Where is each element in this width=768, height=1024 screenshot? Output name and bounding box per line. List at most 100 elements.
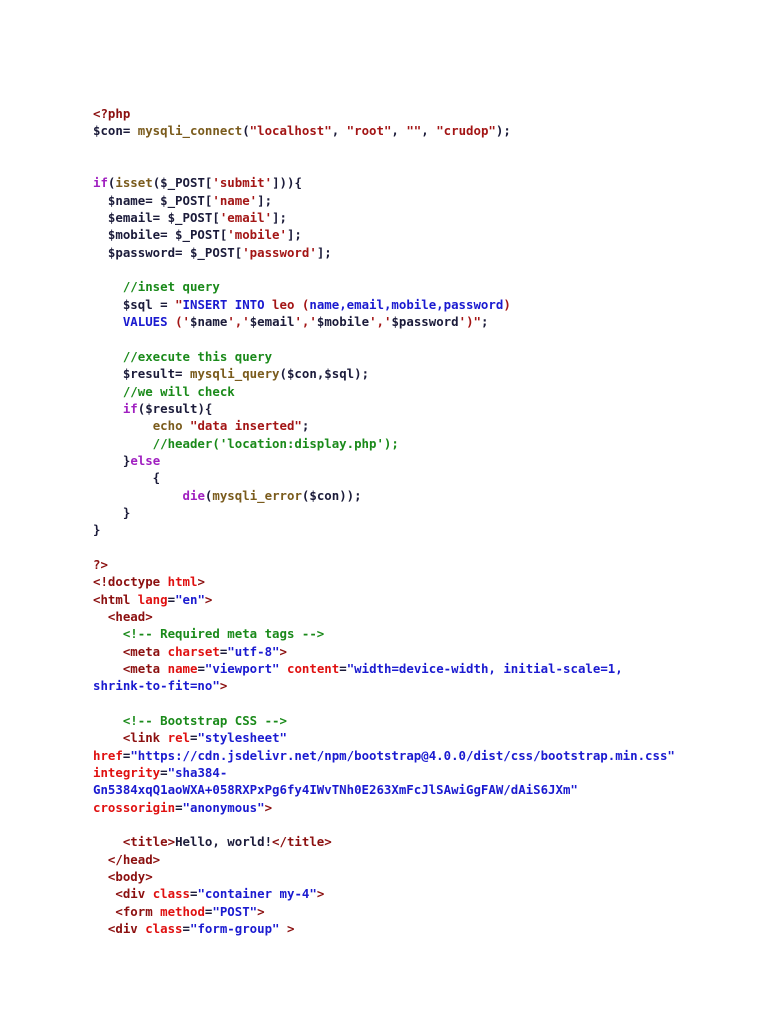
- code-token: $password= $_POST[: [93, 244, 243, 260]
- code-token: }: [93, 504, 131, 520]
- code-token: );: [495, 123, 511, 139]
- code-token: ,: [421, 123, 437, 139]
- code-token: html: [167, 574, 198, 590]
- code-token: //header('location:display.php');: [93, 435, 399, 451]
- code-line: VALUES ('$name','$email','$mobile','$pas…: [93, 313, 675, 330]
- code-line: $email= $_POST['email'];: [93, 209, 675, 226]
- code-line: <!-- Bootstrap CSS -->: [93, 712, 675, 729]
- code-token: href: [93, 747, 123, 763]
- code-token: ',': [369, 314, 392, 330]
- code-token: //execute this query: [93, 348, 273, 364]
- code-token: >: [219, 678, 228, 694]
- code-token: VALUES: [122, 314, 168, 330]
- code-token: $password: [391, 314, 459, 330]
- code-line: die(mysqli_error($con));: [93, 487, 675, 504]
- code-line: <div class="form-group" >: [93, 920, 675, 937]
- code-token: else: [130, 452, 161, 468]
- code-token: <meta: [93, 661, 168, 676]
- code-line: <?php: [93, 105, 675, 122]
- code-token: 'submit': [212, 175, 273, 191]
- code-line: </head>: [93, 851, 675, 868]
- code-token: {: [93, 470, 161, 486]
- code-token: mysqli_connect: [137, 123, 243, 139]
- code-token: isset: [115, 175, 153, 191]
- code-token: =: [160, 765, 168, 781]
- code-token: "container my-4": [197, 886, 317, 902]
- code-line: <link rel="stylesheet": [93, 729, 675, 746]
- code-token: ;: [481, 314, 489, 330]
- code-token: ])){: [272, 175, 302, 191]
- code-token: >: [279, 921, 295, 937]
- code-line: $con= mysqli_connect("localhost", "root"…: [93, 122, 675, 139]
- code-token: INSERT INTO: [182, 296, 265, 312]
- code-line: <!doctype html>: [93, 573, 675, 590]
- code-token: "crudop": [436, 123, 496, 139]
- code-line: <head>: [93, 608, 675, 625]
- code-token: ];: [257, 192, 273, 208]
- code-token: "utf-8": [227, 643, 280, 659]
- code-token: $email= $_POST[: [93, 210, 220, 226]
- code-token: ,: [331, 123, 347, 139]
- code-token: ($con,$sql);: [279, 366, 370, 382]
- code-token: lang: [137, 591, 168, 607]
- code-line: {: [93, 469, 675, 486]
- code-token: "stylesheet": [197, 730, 287, 746]
- code-token: >: [197, 574, 205, 590]
- code-token: }: [93, 522, 101, 538]
- code-line: $sql = "INSERT INTO leo (name,email,mobi…: [93, 296, 675, 313]
- code-line: <meta charset="utf-8">: [93, 643, 675, 660]
- code-line: $result= mysqli_query($con,$sql);: [93, 365, 675, 382]
- code-token: $name= $_POST[: [93, 192, 213, 208]
- code-token: name: [167, 661, 198, 676]
- code-token: charset: [167, 643, 220, 659]
- code-line: integrity="sha384-: [93, 764, 675, 781]
- code-token: <!-- Required meta tags -->: [93, 626, 325, 642]
- code-token: "data inserted": [182, 418, 302, 434]
- code-line: ?>: [93, 556, 675, 573]
- code-token: die: [182, 487, 205, 503]
- code-token: $email: [249, 314, 295, 330]
- code-line: <title>Hello, world!</title>: [93, 833, 675, 850]
- code-line: $mobile= $_POST['mobile'];: [93, 226, 675, 243]
- code-token: //inset query: [93, 279, 220, 295]
- code-token: class: [145, 921, 183, 937]
- code-line: <body>: [93, 868, 675, 885]
- code-token: <html: [93, 591, 138, 607]
- code-token: <div: [93, 886, 153, 902]
- code-line: href="https://cdn.jsdelivr.net/npm/boots…: [93, 747, 675, 764]
- code-line: }: [93, 521, 675, 538]
- code-token: >: [316, 886, 325, 902]
- code-token: </head>: [93, 851, 161, 867]
- code-token: "viewport": [204, 661, 280, 676]
- code-token: }: [93, 452, 131, 468]
- code-listing: <?php $con= mysqli_connect("localhost", "…: [93, 105, 675, 938]
- code-token: "en": [175, 591, 205, 607]
- code-token: ?>: [93, 556, 108, 572]
- code-token: "anonymous": [182, 799, 265, 815]
- code-token: "https://cdn.jsdelivr.net/npm/bootstrap@…: [130, 747, 675, 763]
- code-token: rel: [167, 730, 190, 746]
- code-token: (': [167, 314, 190, 330]
- code-token: ": [175, 296, 183, 312]
- code-token: <?php: [93, 106, 131, 121]
- code-token: if: [122, 400, 138, 416]
- code-line: <!-- Required meta tags -->: [93, 625, 675, 642]
- code-token: ];: [286, 227, 302, 243]
- code-line: //execute this query: [93, 348, 675, 365]
- code-line: //header('location:display.php');: [93, 435, 675, 452]
- code-token: "localhost": [249, 123, 332, 139]
- code-token: 'email': [219, 210, 273, 226]
- code-token: "root": [346, 123, 392, 139]
- code-token: <title>: [93, 834, 176, 850]
- code-token: =: [167, 591, 176, 607]
- code-line: //we will check: [93, 383, 675, 400]
- code-line: <html lang="en">: [93, 591, 675, 608]
- code-line: if($result){: [93, 400, 675, 417]
- code-token: ];: [272, 210, 287, 226]
- code-token: if: [93, 175, 108, 191]
